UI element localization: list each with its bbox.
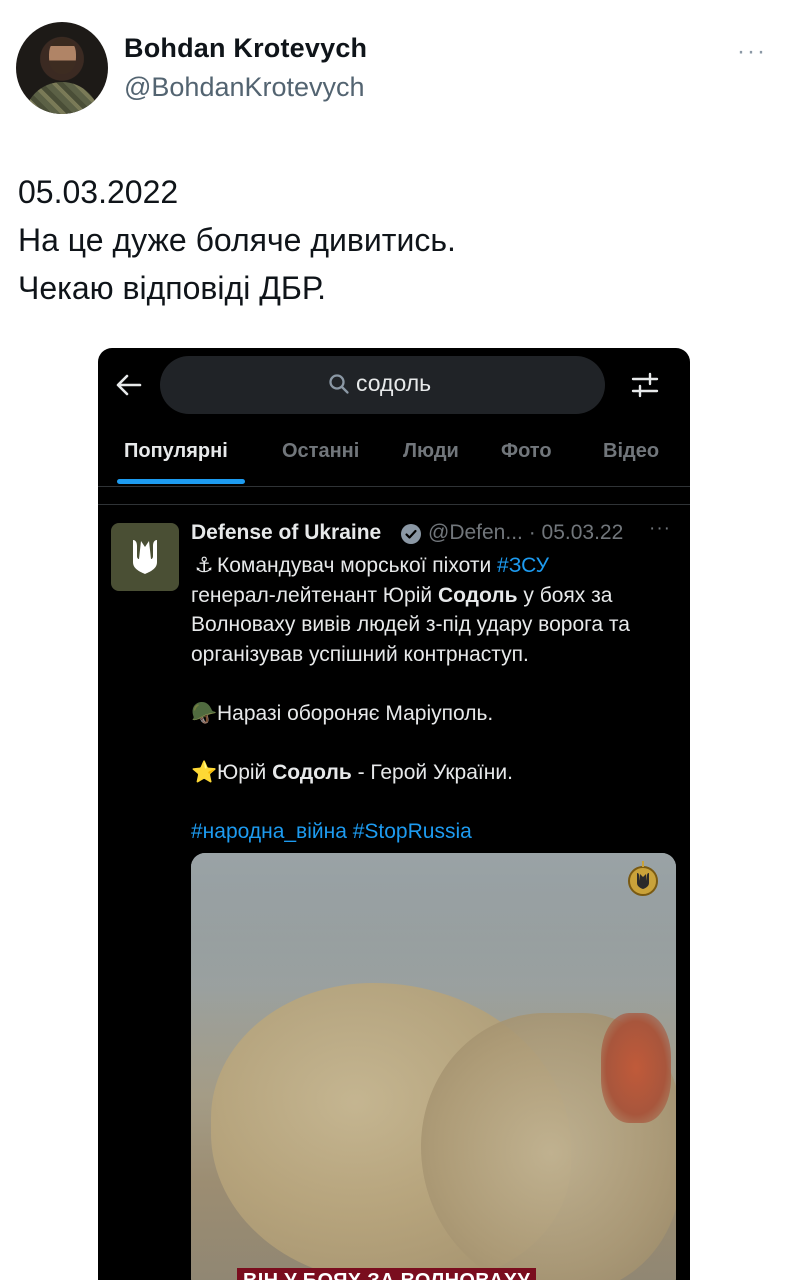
tab-popular: Популярні <box>124 440 228 462</box>
author-avatar[interactable] <box>16 22 108 114</box>
divider <box>98 504 690 505</box>
verified-icon <box>401 524 421 544</box>
attached-screenshot[interactable]: содоль Популярні Останні Люди Фото Відео… <box>98 348 690 1280</box>
tweet-text-line: На це дуже боляче дивитись. <box>18 222 456 258</box>
post-text: Командувач морської піхоти <box>217 554 498 577</box>
anchor-icon: ⚓ <box>194 554 214 577</box>
trident-icon <box>133 540 157 574</box>
post-text: Волноваху вивів людей з-під удару ворога… <box>191 613 630 636</box>
hashtag-link: #ЗСУ <box>497 554 549 577</box>
post-video: ВІН У БОЯХ ЗА ВОЛНОВАХУ <box>191 853 676 1280</box>
more-options-icon[interactable]: ··· <box>737 38 767 66</box>
filter-icon <box>631 372 659 398</box>
divider <box>98 486 690 487</box>
post-text: у боях за <box>517 583 613 607</box>
post-text: Юрій <box>217 760 273 784</box>
video-caption: ВІН У БОЯХ ЗА ВОЛНОВАХУ <box>237 1268 537 1280</box>
tweet-text-line: Чекаю відповіді ДБР. <box>18 270 327 306</box>
avatar-face <box>49 38 76 74</box>
author-name[interactable]: Bohdan Krotevych <box>124 33 367 64</box>
search-input: содоль <box>160 356 605 414</box>
post-more-icon: ··· <box>649 518 671 539</box>
search-query: содоль <box>356 370 432 396</box>
tweet-text-line: 05.03.2022 <box>18 174 179 210</box>
post-author-name: Defense of Ukraine <box>191 521 382 544</box>
tab-people: Люди <box>403 440 459 462</box>
author-handle[interactable]: @BohdanKrotevych <box>124 72 365 103</box>
post-text-bold: Содоль <box>437 583 518 607</box>
helmet-icon: 🪖 <box>191 701 218 725</box>
post-text: організував успішний контрнаступ. <box>191 642 529 666</box>
back-arrow-icon <box>116 374 142 396</box>
post-text: Наразі обороняє Маріуполь. <box>217 701 494 725</box>
star-icon: ⭐ <box>191 760 218 784</box>
post-body: ⚓ Командувач морської піхоти #ЗСУ генерал… <box>191 551 686 846</box>
active-tab-indicator <box>117 479 245 484</box>
post-text-bold: Содоль <box>272 760 352 784</box>
tab-latest: Останні <box>282 440 360 462</box>
avatar-uniform <box>24 82 100 114</box>
search-icon <box>329 374 349 394</box>
tweet-text: 05.03.2022 На це дуже боляче дивитись. Ч… <box>18 168 456 312</box>
post-avatar <box>111 523 179 591</box>
post-text: генерал-лейтенант Юрій <box>191 583 438 607</box>
post-text: - Герой України. <box>351 760 513 784</box>
tab-photos: Фото <box>501 440 552 462</box>
hashtags: #народна_війна #StopRussia <box>191 819 472 843</box>
emblem-icon <box>628 861 658 896</box>
post-handle-date: @Defen... · 05.03.22 <box>428 521 624 544</box>
tab-videos: Відео <box>603 440 660 462</box>
